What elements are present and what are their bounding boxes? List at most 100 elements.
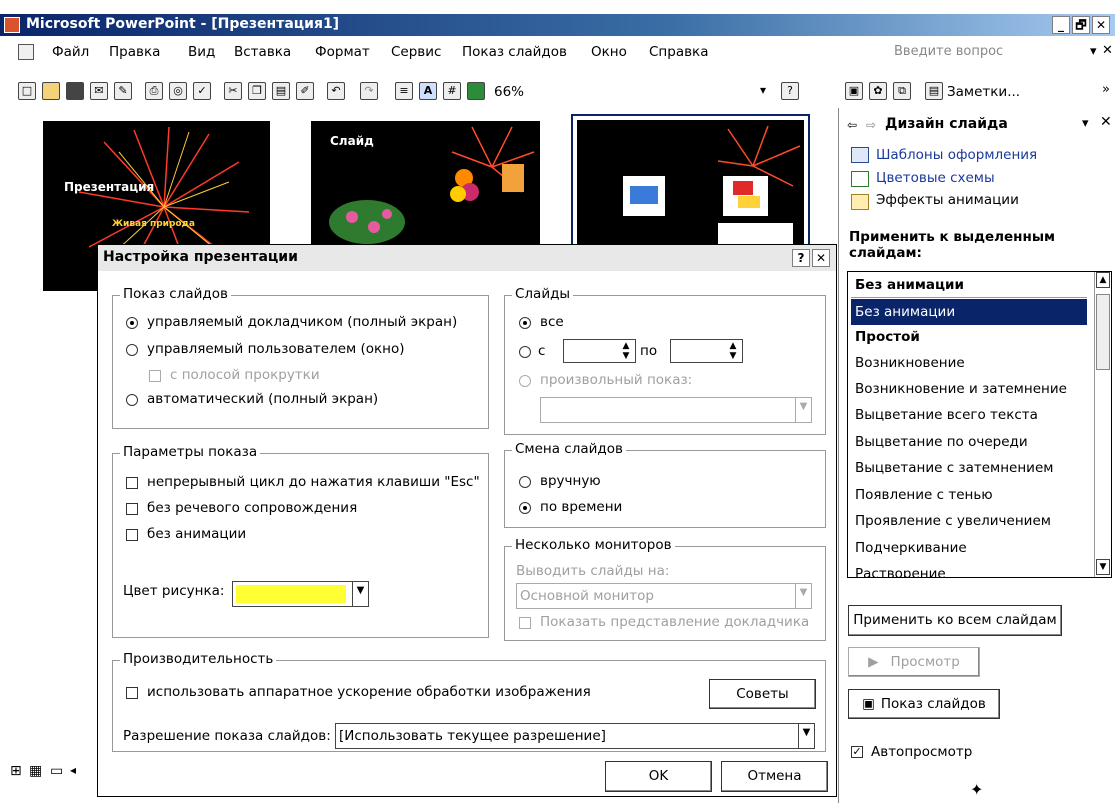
list-item[interactable]: Растворение [851, 561, 1087, 577]
no-narration-checkbox[interactable] [126, 503, 138, 515]
copy-slide-icon[interactable]: ⧉ [893, 82, 911, 100]
pane-close-icon[interactable]: ✕ [1100, 114, 1112, 130]
custom-show-radio[interactable] [519, 375, 531, 387]
list-item[interactable]: Выцветание по очереди [851, 429, 1087, 455]
animation-schemes-list[interactable]: Без анимации Без анимации Простой Возник… [847, 271, 1112, 578]
menu-insert[interactable]: Вставка [234, 44, 291, 60]
slide-design-icon[interactable]: ▣ [845, 82, 863, 100]
dropdown-icon[interactable]: ▾ [1090, 44, 1097, 59]
menu-edit[interactable]: Правка [109, 44, 160, 60]
menu-slideshow[interactable]: Показ слайдов [462, 44, 567, 60]
grid-icon[interactable]: # [443, 82, 461, 100]
notes-icon[interactable]: ▤ [925, 82, 943, 100]
ask-question-box[interactable]: Введите вопрос [894, 44, 1003, 59]
dialog-close-button[interactable]: ✕ [812, 249, 830, 267]
slideshow-button[interactable]: ▣ Показ слайдов [848, 689, 1000, 719]
normal-view-icon[interactable]: ⊞ [10, 763, 22, 779]
from-radio[interactable] [519, 346, 531, 358]
menu-window[interactable]: Окно [591, 44, 627, 60]
paste-icon[interactable]: ▤ [272, 82, 290, 100]
no-animation-checkbox[interactable] [126, 529, 138, 541]
from-spinner-icon[interactable]: ▲ ▼ [618, 341, 634, 361]
open-icon[interactable] [42, 82, 60, 100]
preview-button[interactable]: ▶ Просмотр [848, 647, 980, 677]
link-color-schemes[interactable]: Цветовые схемы [876, 170, 995, 186]
scroll-thumb[interactable] [1096, 294, 1110, 370]
office-assistant-icon[interactable]: ✦ [970, 780, 983, 799]
slide-sorter-view-icon[interactable]: ▦ [29, 763, 42, 779]
menu-help[interactable]: Справка [649, 44, 708, 60]
timings-radio[interactable] [519, 502, 531, 514]
list-item[interactable]: Выцветание с затемнением [851, 455, 1087, 481]
document-icon[interactable] [18, 44, 34, 60]
list-item[interactable]: Появление с тенью [851, 482, 1087, 508]
scroll-up-icon[interactable]: ▲ [1096, 272, 1110, 288]
slideshow-view-icon[interactable]: ▭ [50, 763, 63, 779]
copy-icon[interactable]: ❐ [248, 82, 266, 100]
permission-icon[interactable]: ✉ [90, 82, 108, 100]
loop-checkbox[interactable] [126, 477, 138, 489]
new-slide-icon[interactable]: ✿ [869, 82, 887, 100]
close-button[interactable]: ✕ [1092, 16, 1110, 34]
all-slides-radio[interactable] [519, 317, 531, 329]
menu-tools[interactable]: Сервис [391, 44, 441, 60]
ok-button[interactable]: OK [605, 761, 712, 792]
list-item[interactable]: Простой [851, 324, 1087, 350]
list-item[interactable]: Без анимации [851, 299, 1087, 325]
help-icon[interactable]: ? [781, 82, 799, 100]
menu-view[interactable]: Вид [188, 44, 215, 60]
minimize-button[interactable]: _ [1052, 16, 1070, 34]
scroll-left-icon[interactable]: ◂ [70, 763, 76, 777]
save-icon[interactable] [66, 82, 84, 100]
toolbar-options-icon[interactable]: » [1102, 82, 1110, 97]
dialog-help-button[interactable]: ? [792, 249, 810, 267]
restore-button[interactable]: 🗗 [1072, 16, 1090, 34]
list-item[interactable]: Выцветание всего текста [851, 402, 1087, 428]
notes-button[interactable]: Заметки... [947, 84, 1020, 100]
list-item[interactable]: Возникновение и затемнение [851, 376, 1087, 402]
list-scrollbar[interactable]: ▲ ▼ [1094, 272, 1111, 577]
link-design-templates[interactable]: Шаблоны оформления [876, 147, 1037, 163]
pane-forward-icon[interactable]: ⇨ [866, 118, 876, 132]
presenter-view-checkbox[interactable] [519, 617, 531, 629]
custom-show-select[interactable]: ▼ [540, 397, 812, 423]
hw-accel-checkbox[interactable] [126, 687, 138, 699]
tips-button[interactable]: Советы [709, 679, 816, 709]
format-painter-icon[interactable]: ✐ [296, 82, 314, 100]
cancel-button[interactable]: Отмена [721, 761, 828, 792]
expand-all-icon[interactable]: ≡ [395, 82, 413, 100]
to-spinner-icon[interactable]: ▲ ▼ [725, 341, 741, 361]
print-icon[interactable]: ⎙ [145, 82, 163, 100]
animation-dropdown[interactable]: Без анимации [851, 272, 1087, 298]
menu-format[interactable]: Формат [315, 44, 370, 60]
new-icon[interactable]: □ [18, 82, 36, 100]
spelling-icon[interactable]: ✓ [193, 82, 211, 100]
color-grayscale-icon[interactable] [467, 82, 485, 100]
pen-color-picker[interactable]: ▼ [232, 581, 369, 607]
resolution-select[interactable]: [Использовать текущее разрешение] ▼ [335, 723, 815, 749]
manual-advance-radio[interactable] [519, 476, 531, 488]
scroll-down-icon[interactable]: ▼ [1096, 559, 1110, 575]
monitor-select[interactable]: Основной монитор ▼ [516, 583, 812, 609]
list-item[interactable]: Проявление с увеличением [851, 508, 1087, 534]
link-animation-schemes[interactable]: Эффекты анимации [876, 192, 1019, 208]
presenter-radio[interactable] [126, 317, 138, 329]
pane-menu-icon[interactable]: ▾ [1082, 116, 1089, 131]
autopreview-checkbox[interactable]: ✓ [851, 746, 863, 758]
zoom-dropdown-icon[interactable]: ▾ [760, 83, 766, 97]
list-item[interactable]: Возникновение [851, 350, 1087, 376]
pane-back-icon[interactable]: ⇦ [847, 118, 857, 132]
close-doc-icon[interactable]: ✕ [1102, 43, 1113, 58]
redo-icon[interactable]: ↷ [360, 82, 378, 100]
undo-icon[interactable]: ↶ [327, 82, 345, 100]
individual-radio[interactable] [126, 344, 138, 356]
email-icon[interactable]: ✎ [114, 82, 132, 100]
apply-all-button[interactable]: Применить ко всем слайдам [848, 605, 1062, 636]
powerpoint-app-icon[interactable] [4, 17, 20, 33]
menu-file[interactable]: Файл [52, 44, 89, 60]
print-preview-icon[interactable]: ◎ [169, 82, 187, 100]
zoom-box[interactable]: 66% [494, 84, 524, 100]
show-formatting-icon[interactable]: A [419, 82, 437, 100]
scrollbar-checkbox[interactable] [149, 370, 161, 382]
kiosk-radio[interactable] [126, 394, 138, 406]
